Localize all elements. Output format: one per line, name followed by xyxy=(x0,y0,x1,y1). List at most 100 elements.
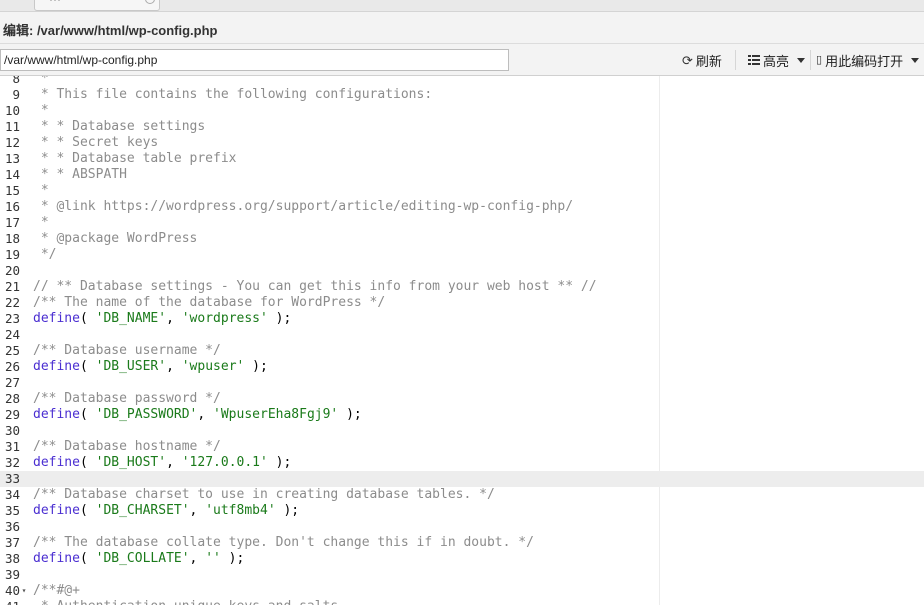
code-token: /** The database collate type. Don't cha… xyxy=(33,535,534,550)
code-token: ( xyxy=(79,311,96,326)
file-path-input[interactable] xyxy=(0,49,509,71)
line-number: 35 xyxy=(4,503,20,518)
code-token: // ** Database settings - You can get th… xyxy=(33,279,597,294)
code-token: * Authentication unique keys and salts. xyxy=(33,599,346,605)
code-token: 'DB_PASSWORD' xyxy=(95,407,198,422)
line-number: 17 xyxy=(4,215,20,230)
code-line[interactable]: 41 * Authentication unique keys and salt… xyxy=(0,599,924,605)
code-text: * * Database table prefix xyxy=(33,151,237,167)
open-with-encoding-dropdown[interactable]: ▯ 用此编码打开 xyxy=(816,51,920,69)
highlight-dropdown[interactable]: 高亮 xyxy=(748,51,806,69)
line-number: 21 xyxy=(4,279,20,294)
line-number: 27 xyxy=(4,375,20,390)
code-line[interactable]: 12 * * Secret keys xyxy=(0,135,924,151)
code-token: * * Database table prefix xyxy=(33,151,237,166)
code-line[interactable]: 22 /** The name of the database for WordP… xyxy=(0,295,924,311)
code-line[interactable]: 26 define( 'DB_USER', 'wpuser' ); xyxy=(0,359,924,375)
line-number: 10 xyxy=(4,103,20,118)
code-line[interactable]: 33 xyxy=(0,471,924,487)
code-editor[interactable]: 8 * 9 * This file contains the following … xyxy=(0,76,924,605)
line-number: 18 xyxy=(4,231,20,246)
code-text: * @link https://wordpress.org/support/ar… xyxy=(33,199,573,215)
code-line[interactable]: 24 xyxy=(0,327,924,343)
code-line[interactable]: 17 * xyxy=(0,215,924,231)
code-token: */ xyxy=(33,247,57,262)
code-token: define xyxy=(33,551,80,566)
code-text: define( 'DB_NAME', 'wordpress' ); xyxy=(33,311,291,327)
code-text: /** The database collate type. Don't cha… xyxy=(33,535,534,551)
line-number: 15 xyxy=(4,183,20,198)
code-line[interactable]: 39 xyxy=(0,567,924,583)
code-text: * * Database settings xyxy=(33,119,205,135)
code-line[interactable]: 8 * xyxy=(0,76,924,87)
code-token: , xyxy=(189,503,206,518)
chevron-down-icon xyxy=(797,57,806,63)
code-line[interactable]: 15 * xyxy=(0,183,924,199)
code-line[interactable]: 23 define( 'DB_NAME', 'wordpress' ); xyxy=(0,311,924,327)
line-number: 34 xyxy=(4,487,20,502)
code-token: ( xyxy=(79,503,96,518)
code-line[interactable]: 27 xyxy=(0,375,924,391)
line-number: 36 xyxy=(4,519,20,534)
code-text: /** Database hostname */ xyxy=(33,439,221,455)
code-line[interactable]: 31 /** Database hostname */ xyxy=(0,439,924,455)
line-number: 31 xyxy=(4,439,20,454)
code-token: ); xyxy=(267,455,292,470)
code-line[interactable]: 40 ▾ /**#@+ xyxy=(0,583,924,599)
line-number: 16 xyxy=(4,199,20,214)
code-line[interactable]: 20 xyxy=(0,263,924,279)
code-token: 'wpuser' xyxy=(181,359,245,374)
code-line[interactable]: 19 */ xyxy=(0,247,924,263)
code-line[interactable]: 9 * This file contains the following con… xyxy=(0,87,924,103)
code-line[interactable]: 10 * xyxy=(0,103,924,119)
code-token: define xyxy=(33,407,80,422)
refresh-icon: ⟳ xyxy=(682,52,693,68)
code-text: * This file contains the following confi… xyxy=(33,87,432,103)
line-number: 20 xyxy=(4,263,20,278)
fold-toggle-icon[interactable]: ▾ xyxy=(20,583,28,599)
code-line[interactable]: 36 xyxy=(0,519,924,535)
line-number: 32 xyxy=(4,455,20,470)
code-token: , xyxy=(166,311,182,326)
code-token: /** Database hostname */ xyxy=(33,439,221,454)
line-number: 22 xyxy=(4,295,20,310)
code-line[interactable]: 29 define( 'DB_PASSWORD', 'WpuserEha8Fgj9… xyxy=(0,407,924,423)
code-line[interactable]: 34 /** Database charset to use in creatin… xyxy=(0,487,924,503)
code-text: * xyxy=(33,103,49,119)
code-token: '127.0.0.1' xyxy=(181,455,268,470)
line-number: 38 xyxy=(4,551,20,566)
code-token: , xyxy=(189,551,206,566)
code-token: 'WpuserEha8Fgj9' xyxy=(213,407,339,422)
code-token: 'wordpress' xyxy=(181,311,268,326)
editor-toolbar: ⟳ 刷新 高亮 ▯ 用此编码打开 xyxy=(0,44,924,76)
code-text: /** Database password */ xyxy=(33,391,221,407)
code-line[interactable]: 30 xyxy=(0,423,924,439)
code-line[interactable]: 14 * * ABSPATH xyxy=(0,167,924,183)
line-number: 28 xyxy=(4,391,20,406)
code-line[interactable]: 35 define( 'DB_CHARSET', 'utf8mb4' ); xyxy=(0,503,924,519)
code-token: ); xyxy=(220,551,245,566)
code-token: /** Database password */ xyxy=(33,391,221,406)
chevron-down-icon xyxy=(911,57,920,63)
line-number: 23 xyxy=(4,311,20,326)
code-line[interactable]: 11 * * Database settings xyxy=(0,119,924,135)
refresh-button[interactable]: ⟳ 刷新 xyxy=(682,51,722,69)
line-number: 26 xyxy=(4,359,20,374)
code-line[interactable]: 25 /** Database username */ xyxy=(0,343,924,359)
code-text: /** Database charset to use in creating … xyxy=(33,487,495,503)
code-text: define( 'DB_HOST', '127.0.0.1' ); xyxy=(33,455,291,471)
close-icon[interactable] xyxy=(145,0,155,4)
code-line[interactable]: 18 * @package WordPress xyxy=(0,231,924,247)
page-title: 编辑: /var/www/html/wp-config.php xyxy=(3,23,218,38)
code-token: ( xyxy=(79,551,96,566)
code-token: /**#@+ xyxy=(33,583,80,598)
code-line[interactable]: 38 define( 'DB_COLLATE', '' ); xyxy=(0,551,924,567)
code-line[interactable]: 28 /** Database password */ xyxy=(0,391,924,407)
tab-wp-config[interactable]: ··· xyxy=(34,0,160,11)
code-line[interactable]: 16 * @link https://wordpress.org/support… xyxy=(0,199,924,215)
code-line[interactable]: 13 * * Database table prefix xyxy=(0,151,924,167)
code-line[interactable]: 21 // ** Database settings - You can get … xyxy=(0,279,924,295)
editor-titlebar: 编辑: /var/www/html/wp-config.php xyxy=(0,12,924,44)
code-line[interactable]: 32 define( 'DB_HOST', '127.0.0.1' ); xyxy=(0,455,924,471)
code-line[interactable]: 37 /** The database collate type. Don't c… xyxy=(0,535,924,551)
